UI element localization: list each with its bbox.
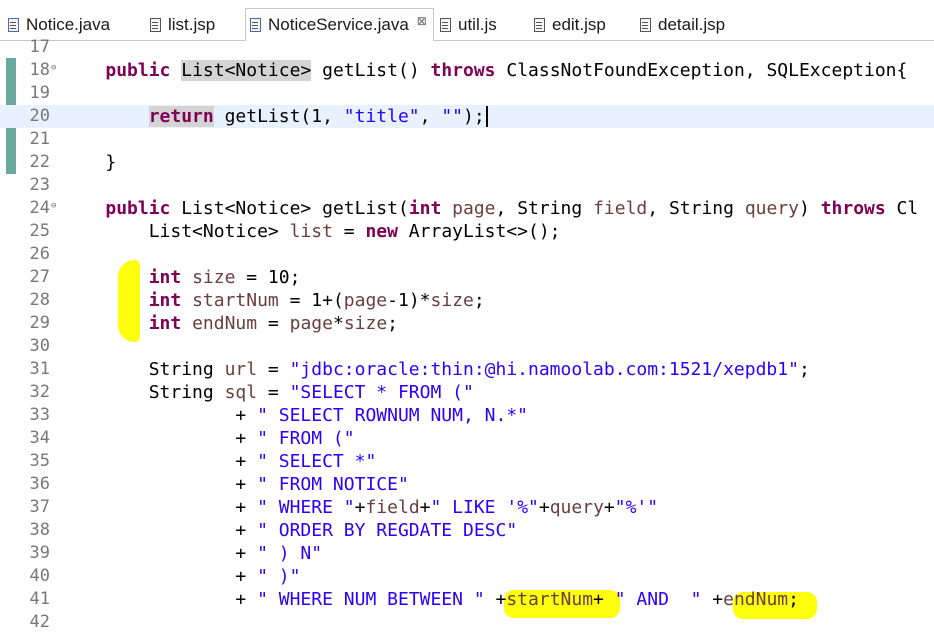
line-number: 29 (29, 313, 50, 333)
code-line[interactable]: 20 return getList(1, "title", ""); (0, 105, 934, 128)
code-text: public List<Notice> getList(int page, St… (105, 198, 919, 219)
close-icon[interactable]: ⊠ (417, 14, 427, 28)
tab-label: util.js (458, 15, 497, 34)
jsp-file-icon (150, 18, 161, 32)
code-text: int startNum = 1+(page-1)*size; (148, 290, 485, 311)
jsp-file-icon (534, 18, 545, 32)
code-line[interactable]: 41 + " WHERE NUM BETWEEN " +startNum+ " … (0, 588, 934, 611)
code-line[interactable]: 42 (0, 611, 934, 634)
line-number: 39 (29, 543, 50, 563)
code-text: + " FROM (" (62, 428, 355, 449)
line-number: 33 (29, 405, 50, 425)
code-text: String url = "jdbc:oracle:thin:@hi.namoo… (62, 359, 810, 380)
code-line[interactable]: 23 (0, 174, 934, 197)
code-line[interactable]: 30 (0, 335, 934, 358)
line-number: 19 (29, 83, 50, 103)
tab-label: edit.jsp (552, 15, 606, 34)
line-number: 36 (29, 474, 50, 494)
code-line[interactable]: 28 int startNum = 1+(page-1)*size; (0, 289, 934, 312)
code-line[interactable]: 18 ⊖ public List<Notice> getList() throws… (0, 59, 934, 82)
line-number: 17 (29, 37, 50, 57)
line-number: 26 (29, 244, 50, 264)
code-line[interactable]: 27 int size = 10; (0, 266, 934, 289)
java-file-icon (8, 18, 19, 32)
code-line[interactable]: 32 String sql = "SELECT * FROM (" (0, 381, 934, 404)
code-text: + " ORDER BY REGDATE DESC" (62, 520, 518, 541)
code-line[interactable]: 34 + " FROM (" (0, 427, 934, 450)
text-cursor (485, 106, 488, 127)
js-file-icon (440, 18, 451, 32)
code-text: String sql = "SELECT * FROM (" (62, 382, 474, 403)
code-text: } (62, 152, 117, 173)
code-text: int endNum = page*size; (148, 313, 399, 334)
line-number: 24 (29, 198, 50, 218)
code-text: + " SELECT *" (62, 451, 377, 472)
line-number: 25 (29, 221, 50, 241)
code-line[interactable]: 31 String url = "jdbc:oracle:thin:@hi.na… (0, 358, 934, 381)
code-line[interactable]: 35 + " SELECT *" (0, 450, 934, 473)
code-text: return getList(1, "title", ""); (62, 105, 488, 128)
code-text: + " ) N" (62, 543, 323, 564)
code-text: + " WHERE "+field+" LIKE '%"+query+"%'" (62, 497, 659, 518)
line-number: 41 (29, 589, 50, 609)
jsp-file-icon (640, 18, 651, 32)
code-line[interactable]: 36 + " FROM NOTICE" (0, 473, 934, 496)
code-text: + " WHERE NUM BETWEEN " +startNum+ " AND… (62, 589, 799, 610)
line-number: 37 (29, 497, 50, 517)
code-line[interactable]: 29 int endNum = page*size; (0, 312, 934, 335)
code-text: int size = 10; (148, 267, 301, 288)
line-number: 20 (29, 106, 50, 126)
line-number: 32 (29, 382, 50, 402)
java-file-icon (250, 18, 261, 32)
line-number: 42 (29, 612, 50, 632)
code-line[interactable]: 40 + " )" (0, 565, 934, 588)
line-number: 38 (29, 520, 50, 540)
fold-toggle-icon[interactable]: ⊖ (51, 201, 56, 211)
code-text: + " FROM NOTICE" (62, 474, 409, 495)
code-line[interactable]: 38 + " ORDER BY REGDATE DESC" (0, 519, 934, 542)
line-number: 21 (29, 129, 50, 149)
tab-label: Notice.java (26, 15, 111, 34)
tab-label: NoticeService.java (268, 15, 409, 34)
line-number: 30 (29, 336, 50, 356)
code-line[interactable]: 24 ⊖ public List<Notice> getList(int page… (0, 197, 934, 220)
code-line[interactable]: 33 + " SELECT ROWNUM NUM, N.*" (0, 404, 934, 427)
line-number: 23 (29, 175, 50, 195)
tab-label: list.jsp (168, 15, 216, 34)
line-number: 18 (29, 60, 50, 80)
code-line[interactable]: 22 } (0, 151, 934, 174)
code-text: + " SELECT ROWNUM NUM, N.*" (62, 405, 529, 426)
code-line[interactable]: 37 + " WHERE "+field+" LIKE '%"+query+"%… (0, 496, 934, 519)
line-number: 34 (29, 428, 50, 448)
code-line[interactable]: 21 (0, 128, 934, 151)
line-number: 22 (29, 152, 50, 172)
code-line[interactable]: 39 + " ) N" (0, 542, 934, 565)
code-text: public List<Notice> getList() throws Cla… (105, 60, 908, 81)
line-number: 28 (29, 290, 50, 310)
code-text: + " )" (62, 566, 301, 587)
line-number: 31 (29, 359, 50, 379)
fold-toggle-icon[interactable]: ⊖ (51, 63, 56, 73)
code-line[interactable]: 17 (0, 36, 934, 59)
code-line[interactable]: 26 (0, 243, 934, 266)
code-text: List<Notice> list = new ArrayList<>(); (62, 221, 561, 242)
editor-tab-bar: Notice.java list.jsp NoticeService.java ⊠ ut… (0, 0, 934, 41)
line-number: 27 (29, 267, 50, 287)
tab-label: detail.jsp (658, 15, 726, 34)
code-line[interactable]: 19 (0, 82, 934, 105)
line-number: 40 (29, 566, 50, 586)
line-number: 35 (29, 451, 50, 471)
code-line[interactable]: 25 List<Notice> list = new ArrayList<>()… (0, 220, 934, 243)
